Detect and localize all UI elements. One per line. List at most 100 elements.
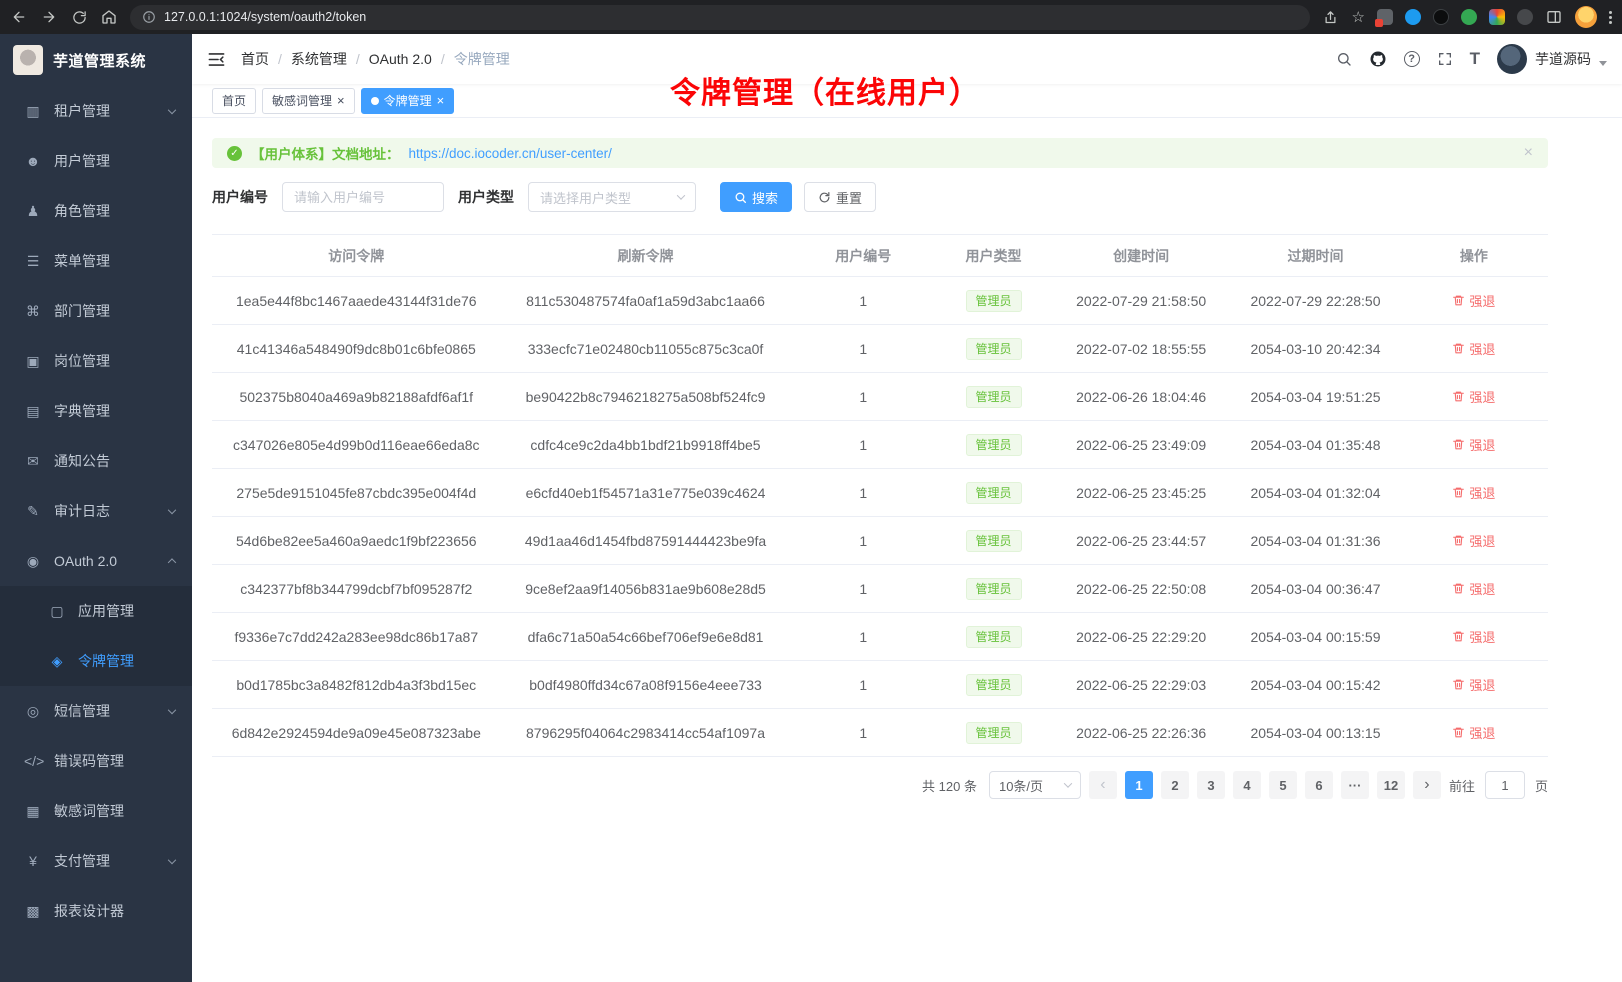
- page-button[interactable]: 12: [1377, 771, 1405, 799]
- sidebar-menu-item[interactable]: ▥ 租户管理: [0, 86, 192, 136]
- page-button[interactable]: 2: [1161, 771, 1189, 799]
- force-logout-button[interactable]: 强退: [1452, 579, 1495, 598]
- tag[interactable]: 敏感词管理 ×: [262, 88, 355, 114]
- user-id-input[interactable]: [282, 182, 444, 212]
- browser-home-button[interactable]: [100, 8, 118, 26]
- page-button[interactable]: ···: [1341, 771, 1369, 799]
- expire-time-cell: 2054-03-04 01:32:04: [1231, 469, 1399, 517]
- force-logout-button[interactable]: 强退: [1452, 339, 1495, 358]
- close-icon[interactable]: ×: [337, 94, 345, 107]
- sidebar-item-label: 用户管理: [54, 151, 110, 171]
- sidebar-menu-item[interactable]: ▢ 应用管理: [0, 586, 192, 636]
- expire-time-cell: 2054-03-04 00:15:42: [1231, 661, 1399, 709]
- sidebar-menu-item[interactable]: ⌘ 部门管理: [0, 286, 192, 336]
- force-logout-button[interactable]: 强退: [1452, 531, 1495, 550]
- doc-link[interactable]: https://doc.iocoder.cn/user-center/: [409, 146, 612, 161]
- chevron-down-icon: [677, 191, 685, 199]
- force-logout-button[interactable]: 强退: [1452, 387, 1495, 406]
- side-panel-icon[interactable]: [1545, 8, 1563, 26]
- close-icon[interactable]: ×: [437, 94, 445, 107]
- sidebar-menu-item[interactable]: ◎ 短信管理: [0, 686, 192, 736]
- expire-time-cell: 2054-03-04 01:35:48: [1231, 421, 1399, 469]
- force-logout-button[interactable]: 强退: [1452, 435, 1495, 454]
- refresh-token-cell: b0df4980ffd34c67a08f9156e4eee733: [501, 661, 791, 709]
- site-info-icon[interactable]: [142, 10, 156, 24]
- page-button[interactable]: 5: [1269, 771, 1297, 799]
- page-suffix: 页: [1535, 776, 1548, 795]
- extension-icon[interactable]: [1433, 9, 1449, 25]
- table-row: 41c41346a548490f9dc8b01c6bfe0865 333ecfc…: [212, 325, 1548, 373]
- token-table: 访问令牌 刷新令牌 用户编号 用户类型 创建时间 过期时间 操作 1ea5e44…: [212, 234, 1548, 757]
- breadcrumb-item[interactable]: 首页: [241, 49, 269, 69]
- error-code-management-icon: </>: [24, 753, 42, 769]
- sidebar-menu-item[interactable]: ¥ 支付管理: [0, 836, 192, 886]
- tag[interactable]: 首页 ×: [212, 88, 256, 114]
- browser-forward-button[interactable]: [40, 8, 58, 26]
- extension-icon[interactable]: [1461, 9, 1477, 25]
- sidebar-item-label: 通知公告: [54, 451, 110, 471]
- breadcrumb-item[interactable]: 系统管理: [269, 49, 347, 69]
- tag[interactable]: 令牌管理 ×: [361, 88, 455, 114]
- sidebar-menu-item[interactable]: ☰ 菜单管理: [0, 236, 192, 286]
- page-button[interactable]: 3: [1197, 771, 1225, 799]
- search-icon[interactable]: [1336, 51, 1352, 67]
- force-logout-button[interactable]: 强退: [1452, 627, 1495, 646]
- extension-icon[interactable]: [1377, 9, 1393, 25]
- browser-back-button[interactable]: [10, 8, 28, 26]
- access-token-cell: 502375b8040a469a9b82188afdf6af1f: [212, 373, 501, 421]
- browser-profile-avatar[interactable]: [1575, 6, 1597, 28]
- breadcrumb-item[interactable]: OAuth 2.0: [347, 51, 432, 67]
- browser-reload-button[interactable]: [70, 8, 88, 26]
- sidebar-menu-item[interactable]: ▦ 敏感词管理: [0, 786, 192, 836]
- page-button[interactable]: 6: [1305, 771, 1333, 799]
- fullscreen-icon[interactable]: [1437, 51, 1453, 67]
- next-page-button[interactable]: ›: [1413, 771, 1441, 799]
- sidebar-menu-item[interactable]: ☻ 用户管理: [0, 136, 192, 186]
- sidebar-menu-item[interactable]: </> 错误码管理: [0, 736, 192, 786]
- refresh-token-cell: 333ecfc71e02480cb11055c875c3ca0f: [501, 325, 791, 373]
- search-button[interactable]: 搜索: [720, 182, 792, 212]
- sidebar-menu-item[interactable]: ▣ 岗位管理: [0, 336, 192, 386]
- page-button[interactable]: 4: [1233, 771, 1261, 799]
- force-logout-button[interactable]: 强退: [1452, 483, 1495, 502]
- sidebar-collapse-button[interactable]: [207, 50, 226, 69]
- extension-icon[interactable]: [1405, 9, 1421, 25]
- browser-menu-icon[interactable]: [1609, 11, 1612, 24]
- alert-close-icon[interactable]: ×: [1524, 144, 1533, 162]
- page-button[interactable]: 1: [1125, 771, 1153, 799]
- force-logout-button[interactable]: 强退: [1452, 723, 1495, 742]
- app-logo[interactable]: 芋道管理系统: [0, 34, 192, 86]
- sidebar-menu-item[interactable]: ✉ 通知公告: [0, 436, 192, 486]
- user-menu[interactable]: 芋道源码: [1497, 44, 1607, 74]
- sidebar-menu-item[interactable]: ◉ OAuth 2.0: [0, 536, 192, 586]
- reset-button[interactable]: 重置: [804, 182, 876, 212]
- total-count: 共 120 条: [922, 776, 977, 795]
- extension-icon[interactable]: [1517, 9, 1533, 25]
- tag-label: 令牌管理: [384, 92, 432, 109]
- sidebar-menu-item[interactable]: ✎ 审计日志: [0, 486, 192, 536]
- github-icon[interactable]: [1369, 50, 1387, 68]
- breadcrumb-item[interactable]: 令牌管理: [432, 49, 510, 69]
- trash-icon: [1452, 726, 1465, 739]
- col-user-type: 用户类型: [936, 235, 1051, 277]
- help-icon[interactable]: ?: [1404, 51, 1420, 67]
- bookmark-star-icon[interactable]: ☆: [1352, 10, 1365, 25]
- user-type-select[interactable]: 请选择用户类型: [528, 182, 696, 212]
- share-icon[interactable]: [1322, 8, 1340, 26]
- sidebar-menu-item[interactable]: ▤ 字典管理: [0, 386, 192, 436]
- actions-cell: 强退: [1400, 421, 1548, 469]
- extension-icon[interactable]: [1489, 9, 1505, 25]
- goto-page-input[interactable]: [1485, 771, 1525, 799]
- sidebar-menu-item[interactable]: ▩ 报表设计器: [0, 886, 192, 936]
- address-bar[interactable]: 127.0.0.1:1024/system/oauth2/token: [130, 5, 1310, 30]
- user-id-cell: 1: [790, 469, 936, 517]
- sidebar-menu-item[interactable]: ♟ 角色管理: [0, 186, 192, 236]
- font-size-icon[interactable]: T: [1470, 49, 1480, 69]
- sidebar-item-label: 报表设计器: [54, 901, 124, 921]
- force-logout-button[interactable]: 强退: [1452, 675, 1495, 694]
- sidebar-menu-item[interactable]: ◈ 令牌管理: [0, 636, 192, 686]
- prev-page-button[interactable]: ‹: [1089, 771, 1117, 799]
- page-size-select[interactable]: 10条/页: [989, 771, 1081, 799]
- force-logout-button[interactable]: 强退: [1452, 291, 1495, 310]
- user-type-badge: 管理员: [966, 674, 1022, 696]
